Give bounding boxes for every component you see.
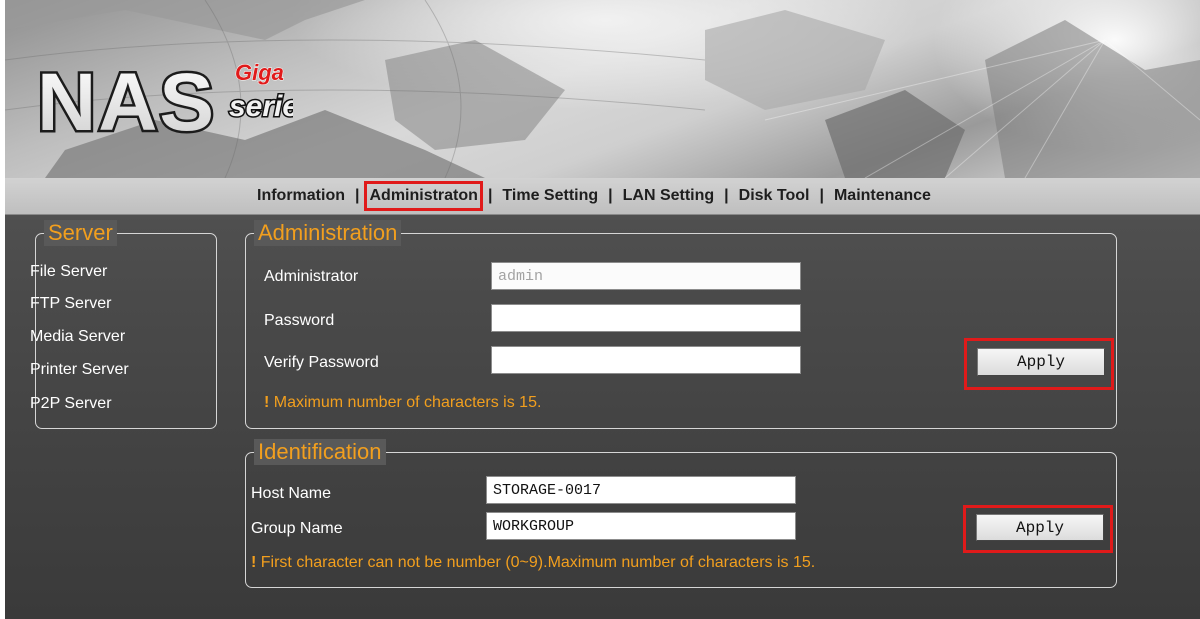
administration-panel: Administration Administrator Password Ve… (245, 220, 1117, 429)
group-name-field[interactable] (486, 512, 796, 540)
nav-lan-setting[interactable]: LAN Setting (621, 185, 717, 207)
administration-note: ! Maximum number of characters is 15. (264, 394, 541, 412)
header-banner: NAS Giga series (5, 0, 1200, 178)
server-sidebar-title: Server (44, 220, 117, 246)
sidebar-item-printer-server[interactable]: Printer Server (30, 361, 129, 379)
administration-title: Administration (254, 220, 402, 246)
svg-text:NAS: NAS (37, 57, 216, 148)
top-nav-menu: Information | Administraton | Time Setti… (255, 178, 933, 214)
sidebar-item-p2p-server[interactable]: P2P Server (30, 395, 112, 413)
sidebar-item-file-server[interactable]: File Server (30, 263, 107, 281)
administration-apply-highlight: Apply (964, 338, 1114, 390)
nav-separator: | (724, 187, 729, 204)
password-label: Password (264, 312, 335, 329)
host-name-field[interactable] (486, 476, 796, 504)
server-sidebar: Server File Server FTP Server Media Serv… (30, 220, 217, 429)
group-name-label: Group Name (251, 520, 343, 537)
identification-apply-button[interactable]: Apply (976, 514, 1104, 541)
nav-separator: | (819, 187, 824, 204)
administrator-field (491, 262, 801, 290)
nav-separator: | (487, 187, 493, 204)
top-nav-bar: Information | Administraton | Time Setti… (5, 178, 1200, 215)
identification-note-text: First character can not be number (0~9).… (256, 554, 816, 571)
identification-title: Identification (254, 439, 386, 465)
sidebar-item-ftp-server[interactable]: FTP Server (30, 295, 112, 313)
verify-password-label: Verify Password (264, 354, 379, 371)
identification-apply-highlight: Apply (963, 505, 1113, 553)
administrator-label: Administrator (264, 268, 359, 285)
app-window: NAS Giga series Information | Administra… (5, 0, 1200, 619)
verify-password-field[interactable] (491, 346, 801, 374)
nav-information[interactable]: Information (255, 185, 347, 207)
nav-separator: | (608, 187, 613, 204)
svg-text:series: series (229, 90, 293, 123)
nas-logo: NAS Giga series (35, 55, 294, 151)
nav-disk-tool[interactable]: Disk Tool (737, 185, 812, 207)
nav-separator: | (355, 187, 360, 204)
identification-panel: Identification Host Name Group Name Appl… (245, 439, 1117, 588)
administration-apply-button[interactable]: Apply (977, 348, 1105, 376)
password-field[interactable] (491, 304, 801, 332)
identification-note: ! First character can not be number (0~9… (251, 554, 815, 572)
nav-administration[interactable]: Administraton (364, 181, 483, 211)
nav-maintenance[interactable]: Maintenance (832, 185, 933, 207)
svg-text:Giga: Giga (235, 60, 284, 85)
host-name-label: Host Name (251, 485, 332, 502)
administration-note-text: Maximum number of characters is 15. (269, 394, 542, 411)
sidebar-item-media-server[interactable]: Media Server (30, 328, 125, 346)
nav-time-setting[interactable]: Time Setting (500, 185, 600, 207)
